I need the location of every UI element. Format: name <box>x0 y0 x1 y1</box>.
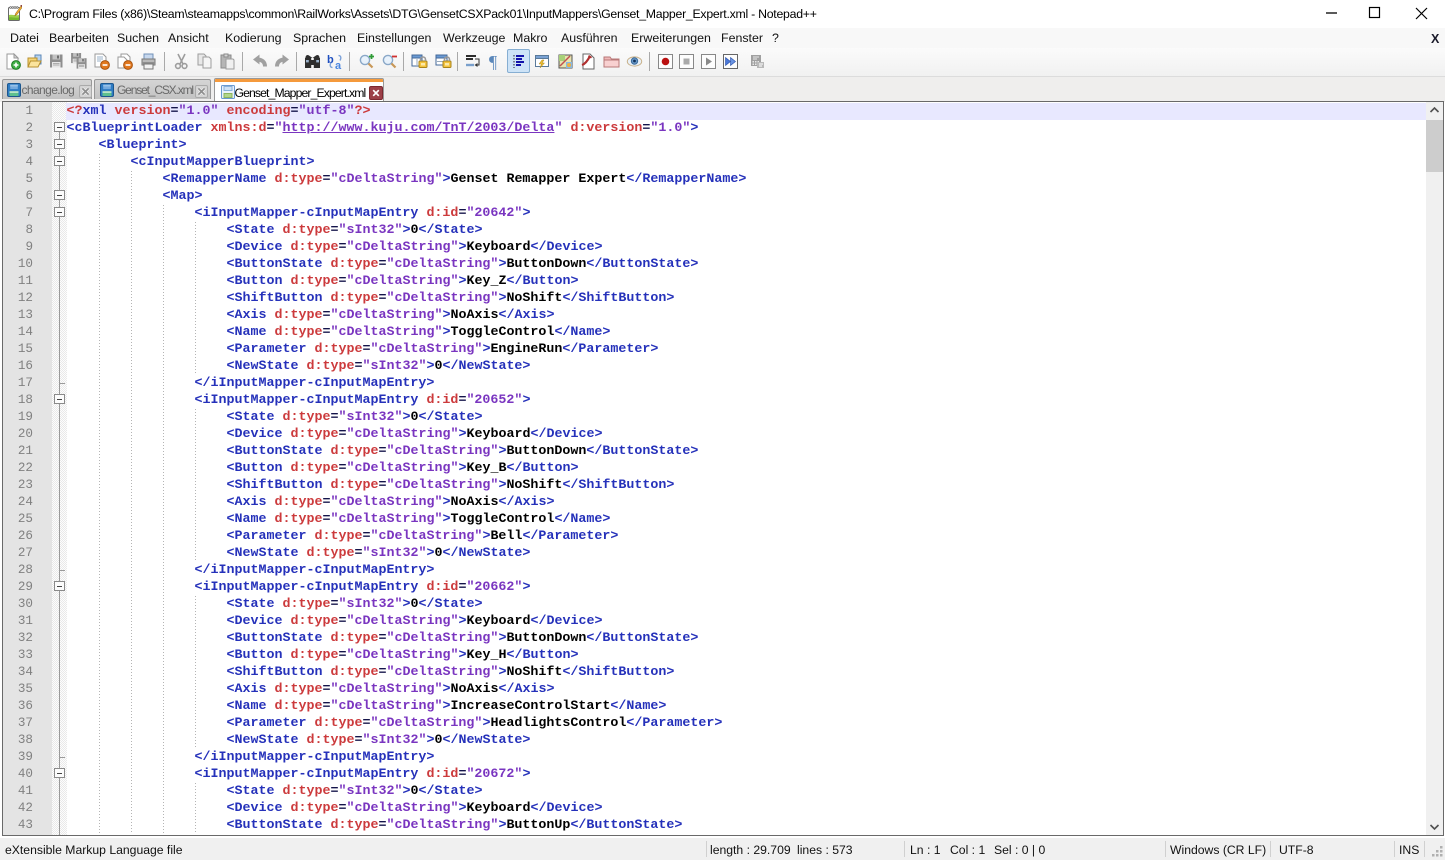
svg-text:a: a <box>335 60 342 70</box>
svg-text:¶: ¶ <box>489 53 497 70</box>
